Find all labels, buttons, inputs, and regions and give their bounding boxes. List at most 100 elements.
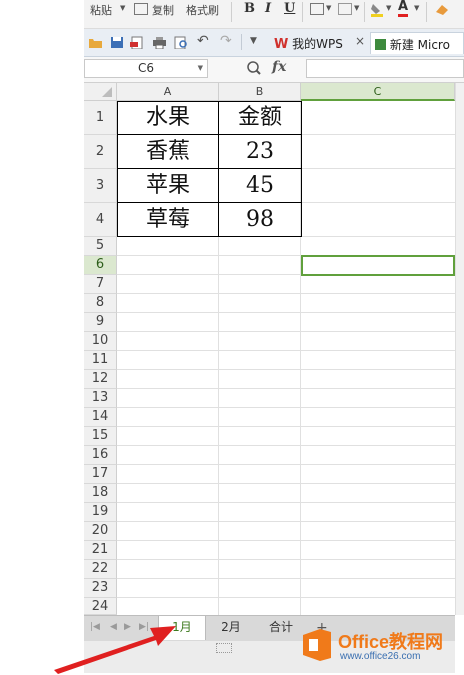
row-header-10[interactable]: 10 [84,332,117,351]
copy-button[interactable]: 复制 [152,2,174,18]
sheet-tab-total[interactable]: 合计 [256,616,306,640]
gridline [117,597,455,598]
row-header-23[interactable]: 23 [84,579,117,598]
row-header-14[interactable]: 14 [84,408,117,427]
quick-access-bar: ↶ ↷ ▼ W 我的WPS × 新建 Micro [84,29,464,57]
row-header-2[interactable]: 2 [84,135,117,169]
merge-icon[interactable] [338,3,352,15]
export-pdf-icon[interactable] [130,36,144,49]
gridline [117,407,455,408]
row-header-17[interactable]: 17 [84,465,117,484]
row-header-21[interactable]: 21 [84,541,117,560]
print-preview-icon[interactable] [174,36,188,49]
zoom-formula-icon[interactable] [246,60,262,76]
row-header-8[interactable]: 8 [84,294,117,313]
table-cell[interactable]: 98 [218,203,302,237]
close-tab-icon[interactable]: × [355,34,365,48]
tab-new-document[interactable]: 新建 Micro [370,32,464,54]
gridline [117,426,455,427]
font-color-dropdown-icon[interactable]: ▼ [414,4,419,12]
watermark-url: www.office26.com [340,651,421,662]
name-box[interactable]: C6 ▼ [84,59,208,78]
annotation-arrow-icon [54,626,176,674]
column-header-a[interactable]: A [117,83,219,101]
undo-icon[interactable]: ↶ [197,33,209,49]
merge-dropdown-icon[interactable]: ▼ [354,4,359,12]
row-header-5[interactable]: 5 [84,237,117,256]
italic-button[interactable]: I [265,1,271,16]
sheet-tab-feb[interactable]: 2月 [208,616,254,640]
tab-my-wps-label: 我的WPS [292,37,343,51]
table-cell[interactable]: 苹果 [117,169,219,203]
column-header-b[interactable]: B [219,83,301,101]
tab-my-wps[interactable]: W 我的WPS × [270,32,366,54]
office-logo-icon [303,629,331,661]
bold-button[interactable]: B [244,1,255,16]
column-header-c[interactable]: C [301,83,455,101]
table-header-fruit[interactable]: 水果 [117,101,219,135]
gridline [301,202,455,203]
table-cell[interactable]: 香蕉 [117,135,219,169]
row-header-20[interactable]: 20 [84,522,117,541]
row-header-15[interactable]: 15 [84,427,117,446]
font-color-icon[interactable]: A [398,0,409,17]
table-top-border [117,101,302,102]
row-header-19[interactable]: 19 [84,503,117,522]
row-header-11[interactable]: 11 [84,351,117,370]
select-all-button[interactable] [84,83,117,101]
watermark: Office教程网 www.office26.com [300,626,462,670]
customize-dropdown-icon[interactable]: ▼ [250,36,257,46]
ribbon: 粘贴 ▼ 复制 格式刷 B I U ▼ ▼ ▼ A ▼ [84,0,464,29]
border-dropdown-icon[interactable]: ▼ [326,4,331,12]
redo-icon[interactable]: ↷ [220,33,232,49]
gridline [301,134,455,135]
gridline [117,464,455,465]
ribbon-divider [231,2,232,22]
table-cell[interactable]: 23 [218,135,302,169]
table-cell[interactable]: 草莓 [117,203,219,237]
row-header-4[interactable]: 4 [84,203,117,237]
row-header-1[interactable]: 1 [84,101,117,135]
open-folder-icon[interactable] [88,36,102,49]
copy-icon[interactable] [134,3,148,15]
ribbon-divider [364,2,365,22]
underline-button[interactable]: U [284,1,295,16]
ribbon-divider [302,2,303,22]
row-header-18[interactable]: 18 [84,484,117,503]
row-header-22[interactable]: 22 [84,560,117,579]
row-header-6[interactable]: 6 [84,256,117,275]
border-icon[interactable] [310,3,324,15]
selected-cell-c6[interactable] [301,255,455,276]
format-painter-button[interactable]: 格式刷 [186,2,219,18]
gridline [117,293,455,294]
row-header-9[interactable]: 9 [84,313,117,332]
tab-split-handle-icon[interactable] [216,643,232,653]
vertical-scrollbar[interactable] [455,83,464,615]
table-cell[interactable]: 45 [218,169,302,203]
fill-color-dropdown-icon[interactable]: ▼ [386,4,391,12]
select-all-triangle-icon [102,87,112,97]
name-box-dropdown-icon[interactable]: ▼ [198,60,203,77]
save-icon[interactable] [110,36,124,49]
paste-dropdown-icon[interactable]: ▼ [120,4,125,12]
print-icon[interactable] [152,36,166,49]
table-header-amount[interactable]: 金额 [218,101,302,135]
gridline [301,168,455,169]
wps-logo-icon: W [274,37,289,52]
gridline [117,445,455,446]
gridline [117,483,455,484]
paste-button[interactable]: 粘贴 [90,2,112,18]
row-header-16[interactable]: 16 [84,446,117,465]
ribbon-divider [426,2,427,22]
gridline [117,350,455,351]
fill-color-icon[interactable] [370,2,384,18]
eraser-icon[interactable] [434,2,450,16]
row-header-7[interactable]: 7 [84,275,117,294]
row-header-12[interactable]: 12 [84,370,117,389]
insert-function-button[interactable]: fx [272,59,286,75]
formula-input[interactable] [306,59,464,78]
row-header-13[interactable]: 13 [84,389,117,408]
row-header-3[interactable]: 3 [84,169,117,203]
gridline [117,578,455,579]
gridline [117,312,455,313]
